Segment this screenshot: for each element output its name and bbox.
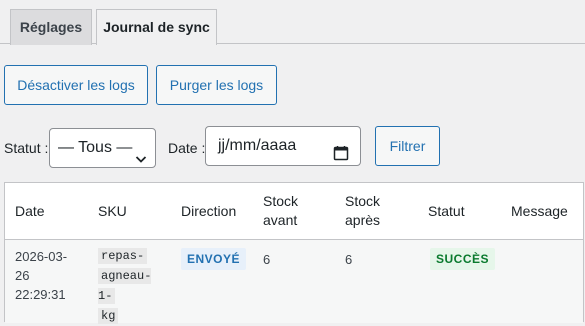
sku-line-3: kg — [98, 308, 119, 324]
date-time: 22:29:31 — [15, 287, 66, 302]
tab-sync-log[interactable]: Journal de sync — [96, 9, 217, 45]
cell-stock-before: 6 — [263, 252, 271, 267]
direction-badge: ENVOYÉ — [181, 248, 247, 270]
date-input[interactable]: jj/mm/aaaa — [205, 126, 361, 166]
table-header: Date SKU Direction Stock avant Stock apr… — [5, 183, 583, 240]
calendar-icon[interactable] — [333, 138, 349, 176]
cell-sku: repas- agneau-1- kg — [98, 246, 160, 326]
sku-line-2: agneau-1- — [98, 268, 152, 304]
column-date[interactable]: Date — [15, 202, 45, 221]
column-stock-before[interactable]: Stock avant — [263, 192, 319, 230]
cell-stock-after: 6 — [345, 252, 353, 267]
column-sku[interactable]: SKU — [98, 202, 127, 221]
tab-bar: Réglages Journal de sync — [0, 0, 585, 45]
status-filter-label: Statut : — [4, 140, 49, 156]
cell-date: 2026-03- 26 22:29:31 — [15, 247, 85, 304]
column-direction[interactable]: Direction — [181, 202, 236, 221]
status-select[interactable]: — Tous — — [49, 128, 156, 168]
table-row: 2026-03- 26 22:29:31 repas- agneau-1- kg… — [5, 240, 583, 326]
column-status[interactable]: Statut — [428, 202, 465, 221]
purge-logs-button[interactable]: Purger les logs — [156, 65, 277, 105]
sync-log-table: Date SKU Direction Stock avant Stock apr… — [4, 182, 584, 326]
date-filter-label: Date : — [168, 140, 206, 156]
sku-line-1: repas- — [98, 248, 148, 264]
chevron-down-icon — [135, 142, 147, 180]
column-stock-after[interactable]: Stock après — [345, 192, 401, 230]
disable-logs-button[interactable]: Désactiver les logs — [4, 65, 148, 105]
status-select-value: — Tous — — [58, 139, 133, 156]
date-day-2: 26 — [15, 268, 30, 283]
filter-button[interactable]: Filtrer — [375, 126, 440, 166]
date-placeholder: jj/mm/aaaa — [218, 137, 297, 154]
date-day: 2026-03- — [15, 249, 68, 264]
column-message[interactable]: Message — [511, 202, 568, 221]
status-badge: SUCCÈS — [430, 248, 496, 270]
tab-settings[interactable]: Réglages — [10, 9, 92, 45]
